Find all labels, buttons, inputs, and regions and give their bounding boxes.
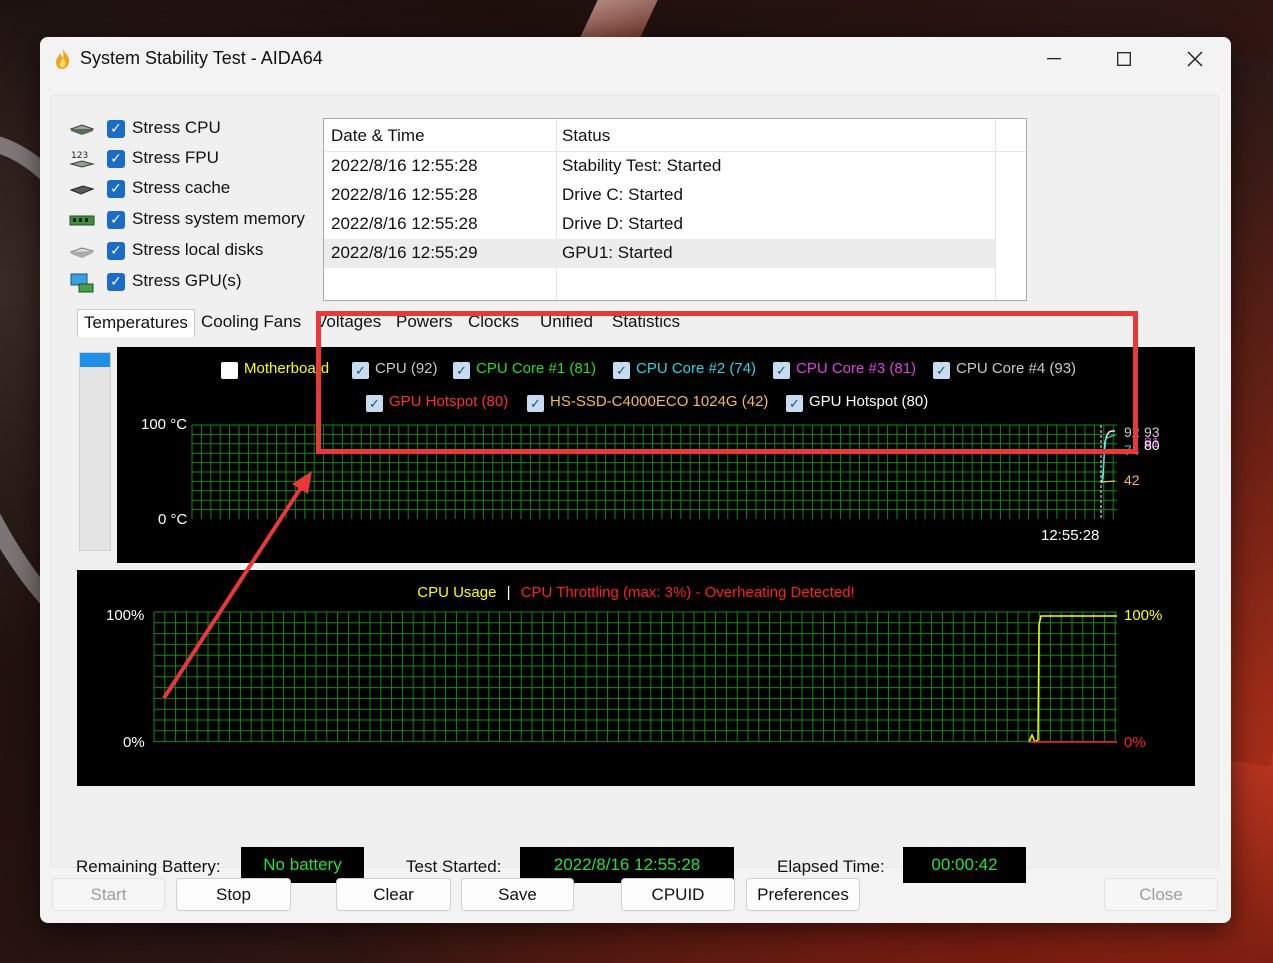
title-bar[interactable]: System Stability Test - AIDA64 — [40, 37, 1231, 81]
usage-plot — [153, 611, 1117, 744]
checkbox[interactable]: ✓ — [107, 180, 125, 198]
cache-chip-icon — [69, 185, 95, 195]
gpu-monitor-icon — [70, 273, 94, 293]
stress-option-label: Stress FPU — [132, 148, 219, 167]
scrollbar-thumb[interactable] — [80, 353, 110, 367]
test-started-text: 2022/8/16 12:55:28 — [553, 855, 701, 874]
stress-memory-option[interactable]: ✓ Stress system memory — [69, 207, 329, 235]
temperature-plot — [191, 424, 1117, 519]
elapsed-time-label: Elapsed Time: — [777, 857, 885, 876]
log-status: Drive C: Started — [562, 185, 683, 204]
client-area: ✓ Stress CPU 123 ✓ Stress FPU ✓ Stress c… — [51, 95, 1219, 883]
log-time: 2022/8/16 12:55:28 — [331, 185, 478, 204]
maximize-button[interactable] — [1101, 41, 1147, 77]
column-header-status[interactable]: Status — [562, 126, 610, 146]
log-status: Drive D: Started — [562, 214, 683, 233]
table-header: Date & Time Status — [324, 119, 1026, 152]
close-button[interactable]: Close — [1104, 878, 1218, 911]
log-time: 2022/8/16 12:55:28 — [331, 214, 478, 233]
usage-series-cpu — [1028, 615, 1117, 744]
cpuid-button[interactable]: CPUID — [621, 878, 735, 911]
window-title: System Stability Test - AIDA64 — [80, 48, 323, 68]
preferences-button[interactable]: Preferences — [746, 878, 860, 911]
stress-option-label: Stress cache — [132, 178, 231, 197]
elapsed-time-text: 00:00:42 — [931, 855, 998, 874]
stress-option-label: Stress system memory — [132, 209, 305, 228]
temp-grid — [191, 424, 1117, 519]
temp-end-value: 42 — [1124, 472, 1140, 488]
minimize-icon — [1047, 58, 1061, 60]
flame-icon — [56, 49, 70, 69]
tab-statistics[interactable]: Statistics — [612, 312, 680, 332]
checkbox[interactable]: ✓ — [107, 150, 125, 168]
close-window-button[interactable] — [1172, 41, 1218, 77]
minimize-button[interactable] — [1031, 41, 1077, 77]
battery-label: Remaining Battery: — [76, 857, 221, 876]
fpu-123-icon: 123 — [69, 151, 95, 168]
elapsed-time-value: 00:00:42 — [903, 847, 1026, 883]
cpu-chip-icon — [69, 124, 95, 135]
table-row[interactable]: 2022/8/16 12:55:29 GPU1: Started — [324, 239, 995, 268]
checkbox[interactable]: ✓ — [107, 273, 125, 291]
maximize-icon — [1117, 52, 1131, 66]
stress-option-label: Stress local disks — [132, 240, 264, 259]
clear-button[interactable]: Clear — [336, 878, 451, 911]
column-divider — [995, 119, 996, 300]
stress-cpu-option[interactable]: ✓ Stress CPU — [69, 116, 329, 144]
table-row[interactable]: 2022/8/16 12:55:28 Stability Test: Start… — [324, 152, 995, 181]
column-header-datetime[interactable]: Date & Time — [331, 126, 425, 146]
save-button[interactable]: Save — [461, 878, 574, 911]
tab-cooling-fans[interactable]: Cooling Fans — [201, 312, 301, 332]
stress-option-label: Stress GPU(s) — [132, 271, 242, 290]
log-time: 2022/8/16 12:55:28 — [331, 156, 478, 175]
checkbox[interactable]: ✓ — [107, 242, 125, 260]
table-row[interactable]: 2022/8/16 12:55:28 Drive D: Started — [324, 210, 995, 239]
usage-grid — [153, 611, 1117, 743]
memory-module-icon — [69, 215, 95, 226]
stress-fpu-option[interactable]: 123 ✓ Stress FPU — [69, 146, 329, 174]
battery-value-text: No battery — [263, 855, 342, 874]
temp-end-value: 80 — [1144, 437, 1160, 453]
stress-cache-option[interactable]: ✓ Stress cache — [69, 176, 329, 204]
log-status: Stability Test: Started — [562, 156, 722, 175]
sensor-scrollbar[interactable] — [79, 352, 111, 551]
tab-powers[interactable]: Powers — [396, 312, 453, 332]
event-log-table[interactable]: Date & Time Status 2022/8/16 12:55:28 St… — [323, 118, 1027, 301]
close-icon — [1187, 51, 1203, 67]
stress-gpu-option[interactable]: ✓ Stress GPU(s) — [69, 269, 329, 297]
checkbox[interactable]: ✓ — [107, 211, 125, 229]
stability-test-window: System Stability Test - AIDA64 ✓ Stress … — [40, 37, 1231, 923]
log-status: GPU1: Started — [562, 243, 673, 262]
disk-drive-icon — [69, 247, 95, 258]
tab-clocks[interactable]: Clocks — [468, 312, 519, 332]
stress-option-label: Stress CPU — [132, 118, 221, 137]
tab-voltages[interactable]: Voltages — [316, 312, 381, 332]
table-row[interactable]: 2022/8/16 12:55:28 Drive C: Started — [324, 181, 995, 210]
tab-temperatures[interactable]: Temperatures — [77, 309, 195, 337]
svg-text:123: 123 — [71, 151, 88, 161]
cpu-usage-chart: CPU Usage | CPU Throttling (max: 3%) - O… — [77, 570, 1195, 786]
stress-disks-option[interactable]: ✓ Stress local disks — [69, 238, 329, 266]
tab-unified[interactable]: Unified — [540, 312, 593, 332]
temp-end-value: 92 — [1124, 424, 1140, 440]
log-time: 2022/8/16 12:55:29 — [331, 243, 478, 262]
start-button[interactable]: Start — [52, 878, 165, 911]
temperature-chart: ✓ Motherboard ✓ CPU (92) ✓ CPU Core #1 (81)… — [117, 347, 1195, 563]
stop-button[interactable]: Stop — [176, 878, 291, 911]
test-started-label: Test Started: — [406, 857, 502, 876]
temp-end-value: 74 — [1124, 442, 1140, 458]
checkbox[interactable]: ✓ — [107, 120, 125, 138]
